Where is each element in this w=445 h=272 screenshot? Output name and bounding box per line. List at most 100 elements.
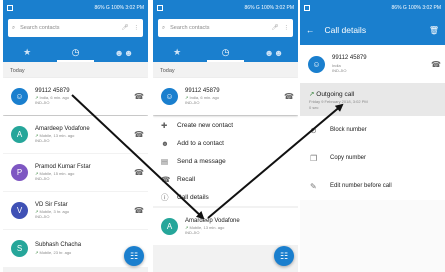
outgoing-arrow-icon: ↗ (309, 91, 315, 98)
call-date: Friday 9 February 2018, 3:02 PM (309, 99, 368, 104)
call-log-row[interactable]: A Amardeep Vodafone ↗ Mobile, 13 min. ag… (153, 208, 298, 245)
mic-icon[interactable]: 🎤︎ (272, 25, 279, 31)
contact-name: Amardeep Vodafone (185, 217, 240, 224)
person-icon: ☺ (15, 92, 24, 101)
phone-icon[interactable]: ☎ (280, 92, 298, 101)
search-placeholder: Search contacts (170, 25, 210, 31)
menu-item-label: Create new contact (177, 121, 234, 129)
outgoing-arrow-icon: ↗ (35, 249, 39, 255)
more-options-icon[interactable]: ⋮ (284, 25, 290, 31)
block-number-action[interactable]: ⊘ Block number (300, 116, 445, 144)
create-contact-item[interactable]: ✚ Create new contact (153, 116, 298, 134)
notification-icon (304, 4, 310, 11)
tab-bar: ★ ◷ ☻☻ (3, 43, 148, 62)
tab-bar: ★ ◷ ☻☻ (153, 43, 298, 62)
phone-icon[interactable]: ☎ (130, 92, 148, 101)
contact-name: 99112 45879 (35, 87, 70, 94)
tab-contacts[interactable]: ☻☻ (100, 43, 148, 62)
call-type: Outgoing call (316, 91, 355, 98)
recall-item[interactable]: ☎ Recall (153, 170, 298, 188)
phone-icon[interactable]: ☎ (130, 206, 148, 215)
send-message-item[interactable]: ▤ Send a message (153, 152, 298, 170)
add-to-contact-item[interactable]: ☻ Add to a contact (153, 134, 298, 152)
copy-number-action[interactable]: ❐ Copy number (300, 144, 445, 172)
phone-icon: ☎ (161, 174, 171, 184)
star-icon: ★ (173, 47, 182, 57)
status-text: 86% G 100% 3:02 PM (94, 4, 144, 11)
copy-icon: ❐ (310, 153, 318, 163)
status-text: 86% G 100% 3:02 PM (391, 4, 441, 11)
back-arrow-icon[interactable]: ← (306, 25, 315, 35)
call-details-screen: 86% G 100% 3:02 PM ← Call details 🗑︎ ☺ 9… (300, 0, 445, 272)
call-log-screen: 86% G 100% 3:02 PM ⌕ Search contacts 🎤︎ … (3, 0, 148, 272)
call-log-row[interactable]: ☺ 99112 45879 ↗ India, 6 min. ago IND-JI… (3, 78, 148, 115)
status-bar: 86% G 100% 3:02 PM (3, 0, 148, 15)
search-bar: ⌕ Search contacts 🎤︎ ⋮ (3, 15, 148, 43)
avatar: P (11, 164, 28, 181)
carrier-label: IND-JIO (332, 67, 347, 73)
contact-summary: ☺ 99112 45879 India IND-JIO ☎ (300, 45, 445, 83)
call-log-row-expanded[interactable]: ☺ 99112 45879 ↗ India, 6 min. ago IND-JI… (153, 78, 298, 115)
call-duration: 0 sec (309, 105, 319, 110)
call-log-row[interactable]: P Pramod Kumar Fstar ↗ Mobile, 15 min. a… (3, 154, 148, 191)
avatar: A (161, 218, 178, 235)
person-add-icon: ✚ (161, 120, 168, 130)
call-details-item[interactable]: ⓘ Call details (153, 188, 298, 206)
carrier-label: IND-JIO (185, 230, 200, 236)
tab-recents[interactable]: ◷ (51, 43, 99, 62)
dialpad-icon: ☷ (279, 250, 289, 261)
carrier-label: IND-JIO (35, 138, 50, 144)
avatar: ☺ (161, 88, 178, 105)
contact-name: VD Sir Fstar (35, 201, 68, 208)
person-icon: ☻ (161, 138, 169, 148)
call-history-entry: ↗ Outgoing call Friday 9 February 2018, … (300, 83, 445, 116)
contact-name: 99112 45879 (185, 87, 220, 94)
menu-item-label: Send a message (177, 157, 226, 165)
tab-contacts[interactable]: ☻☻ (250, 43, 298, 62)
avatar: A (11, 126, 28, 143)
search-input[interactable]: ⌕ Search contacts 🎤︎ ⋮ (8, 19, 143, 37)
tab-favorites[interactable]: ★ (153, 43, 201, 62)
contact-name: Pramod Kumar Fstar (35, 163, 91, 170)
status-text: 86% G 100% 3:02 PM (244, 4, 294, 11)
avatar: ☺ (308, 55, 325, 73)
clock-icon: ◷ (221, 47, 230, 57)
carrier-label: IND-JIO (185, 100, 200, 106)
avatar: ☺ (11, 88, 28, 105)
search-input[interactable]: ⌕ Search contacts 🎤︎ ⋮ (158, 19, 293, 37)
notification-icon (157, 4, 163, 11)
call-log-row[interactable]: V VD Sir Fstar ↗ Mobile, 3 hr. ago IND-J… (3, 192, 148, 229)
phone-icon[interactable]: ☎ (130, 130, 148, 139)
dialpad-button[interactable]: ☷ (124, 246, 144, 266)
contact-number: 99112 45879 (332, 55, 367, 62)
edit-icon: ✎ (310, 181, 317, 191)
menu-item-label: Recall (177, 175, 196, 183)
phone-icon[interactable]: ☎ (130, 168, 148, 177)
app-bar: ← Call details 🗑︎ (300, 15, 445, 45)
edit-number-action[interactable]: ✎ Edit number before call (300, 172, 445, 200)
star-icon: ★ (23, 47, 32, 57)
action-label: Copy number (330, 155, 367, 161)
section-header-today: Today (160, 68, 175, 74)
clock-icon: ◷ (71, 47, 80, 57)
page-title: Call details (324, 25, 367, 35)
phone-icon[interactable]: ☎ (427, 60, 445, 69)
carrier-label: IND-JIO (35, 176, 50, 182)
mic-icon[interactable]: 🎤︎ (122, 25, 129, 31)
search-icon: ⌕ (162, 24, 166, 31)
message-icon: ▤ (161, 156, 169, 166)
dialpad-icon: ☷ (129, 250, 139, 261)
search-bar: ⌕ Search contacts 🎤︎ ⋮ (153, 15, 298, 43)
person-icon: ☺ (312, 59, 321, 69)
tab-recents[interactable]: ◷ (201, 43, 249, 62)
call-log-menu-screen: 86% G 100% 3:02 PM ⌕ Search contacts 🎤︎ … (153, 0, 298, 272)
tab-favorites[interactable]: ★ (3, 43, 51, 62)
people-icon: ☻☻ (264, 47, 284, 58)
call-actions-menu: ✚ Create new contact ☻ Add to a contact … (153, 116, 298, 206)
delete-icon[interactable]: 🗑︎ (429, 26, 439, 35)
action-label: Edit number before call (330, 183, 392, 189)
more-options-icon[interactable]: ⋮ (134, 25, 140, 31)
call-log-row[interactable]: A Amardeep Vodafone ↗ Mobile, 13 min. ag… (3, 116, 148, 153)
avatar: V (11, 202, 28, 219)
dialpad-button[interactable]: ☷ (274, 246, 294, 266)
